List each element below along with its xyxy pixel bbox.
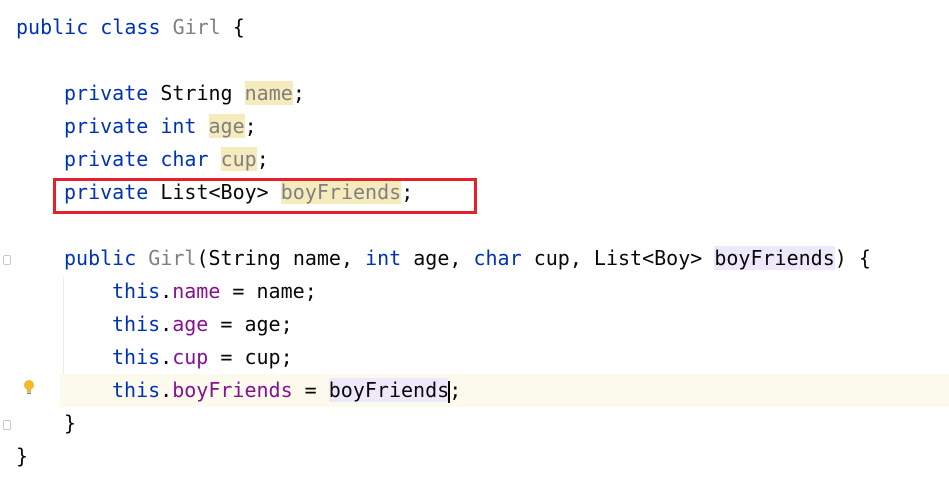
dot: . <box>160 312 173 336</box>
param-age: age <box>413 246 450 270</box>
type-int: int <box>160 114 197 138</box>
field-ref-cup: cup <box>172 345 209 369</box>
semicolon: ; <box>292 81 305 105</box>
assign-op: = <box>292 378 329 402</box>
fold-marker-icon[interactable] <box>3 255 11 265</box>
semicolon: ; <box>244 114 257 138</box>
keyword-public: public <box>16 15 89 39</box>
code-line-assign-cup[interactable]: this.cup = cup; <box>112 341 293 374</box>
code-line-constructor[interactable]: public Girl(String name, int age, char c… <box>64 242 871 275</box>
open-brace: { <box>232 15 245 39</box>
constructor-name: Girl <box>148 246 197 270</box>
field-ref-name: name <box>172 279 221 303</box>
annotation-highlight-box <box>53 178 477 214</box>
value-cup: cup <box>244 345 281 369</box>
type-string: String <box>160 81 233 105</box>
value-age: age <box>244 312 281 336</box>
dot: . <box>160 345 173 369</box>
keyword-private: private <box>64 147 149 171</box>
param-type-char: char <box>473 246 522 270</box>
close-brace: } <box>16 444 29 468</box>
param-name: name <box>292 246 341 270</box>
semicolon: ; <box>304 279 317 303</box>
param-type-string: String <box>208 246 281 270</box>
semicolon: ; <box>449 378 462 402</box>
semicolon: ; <box>280 345 293 369</box>
keyword-this: this <box>112 279 161 303</box>
code-line-assign-name[interactable]: this.name = name; <box>112 275 317 308</box>
semicolon: ; <box>280 312 293 336</box>
field-cup: cup <box>220 147 257 171</box>
assign-op: = <box>220 279 257 303</box>
code-line-assign-boyfriends[interactable]: this.boyFriends = boyFriends; <box>112 374 461 407</box>
semicolon: ; <box>256 147 269 171</box>
dot: . <box>160 279 173 303</box>
keyword-public: public <box>64 246 137 270</box>
open-brace: { <box>858 246 871 270</box>
type-char: char <box>160 147 209 171</box>
code-line-field-age[interactable]: private int age; <box>64 110 257 143</box>
code-line-class-close[interactable]: } <box>16 440 28 473</box>
lightbulb-icon[interactable] <box>23 379 35 395</box>
keyword-this: this <box>112 312 161 336</box>
field-ref-age: age <box>172 312 209 336</box>
assign-op: = <box>208 345 245 369</box>
editor-gutter <box>0 0 14 480</box>
keyword-class: class <box>100 15 161 39</box>
assign-op: = <box>208 312 245 336</box>
code-line-field-name[interactable]: private String name; <box>64 77 305 110</box>
param-type-list-boy: List<Boy> <box>593 246 703 270</box>
field-age: age <box>208 114 245 138</box>
param-cup: cup <box>533 246 570 270</box>
value-boyfriends: boyFriends <box>328 378 450 402</box>
code-line-constructor-close[interactable]: } <box>64 407 76 440</box>
code-line-assign-age[interactable]: this.age = age; <box>112 308 293 341</box>
class-name: Girl <box>172 15 221 39</box>
close-brace: } <box>64 411 77 435</box>
param-boyfriends: boyFriends <box>714 246 835 270</box>
code-line-class-declaration[interactable]: public class Girl { <box>16 11 245 44</box>
fold-marker-icon[interactable] <box>3 420 11 430</box>
code-line-field-cup[interactable]: private char cup; <box>64 143 269 176</box>
param-type-int: int <box>365 246 402 270</box>
keyword-private: private <box>64 81 149 105</box>
field-name: name <box>244 81 293 105</box>
keyword-this: this <box>112 378 161 402</box>
keyword-private: private <box>64 114 149 138</box>
value-name: name <box>256 279 305 303</box>
code-editor[interactable]: public class Girl { private String name;… <box>0 0 949 480</box>
keyword-this: this <box>112 345 161 369</box>
dot: . <box>160 378 173 402</box>
field-ref-boyfriends: boyFriends <box>172 378 293 402</box>
